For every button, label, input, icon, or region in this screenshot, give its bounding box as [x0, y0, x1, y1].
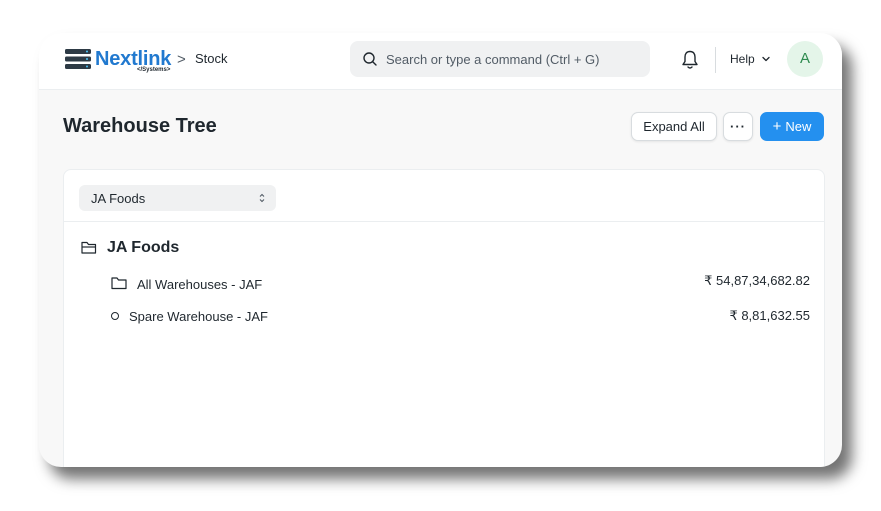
- tree-root-label[interactable]: JA Foods: [107, 239, 179, 257]
- app-window: Nextlink </Systems> > Stock Search or ty…: [39, 33, 842, 467]
- navbar: Nextlink </Systems> > Stock Search or ty…: [39, 33, 842, 90]
- company-filter-value: JA Foods: [91, 191, 146, 206]
- leaf-node-icon: [111, 312, 119, 320]
- card-divider: [64, 221, 824, 222]
- chevron-down-icon[interactable]: [761, 54, 771, 64]
- user-avatar[interactable]: A: [787, 41, 823, 77]
- search-bar[interactable]: Search or type a command (Ctrl + G): [350, 41, 650, 77]
- expand-all-button[interactable]: Expand All: [631, 112, 717, 141]
- breadcrumb-separator: >: [177, 51, 186, 68]
- tree-node-balance: ₹ 8,81,632.55: [729, 308, 810, 323]
- page-title: Warehouse Tree: [63, 115, 217, 137]
- select-caret-icon: [259, 193, 265, 203]
- folder-icon[interactable]: [111, 276, 127, 290]
- tree-card: JA Foods JA Foods All Warehouses - JAF ₹…: [63, 169, 825, 467]
- breadcrumb-stock[interactable]: Stock: [195, 51, 228, 66]
- new-button[interactable]: + New: [760, 112, 824, 141]
- tree-node-label[interactable]: Spare Warehouse - JAF: [129, 309, 268, 324]
- more-actions-button[interactable]: ···: [723, 112, 753, 141]
- bell-icon[interactable]: [680, 49, 700, 71]
- brand-logo[interactable]: Nextlink </Systems>: [64, 46, 182, 76]
- help-menu[interactable]: Help: [730, 52, 755, 66]
- search-icon: [363, 52, 377, 66]
- tree-node-label[interactable]: All Warehouses - JAF: [137, 277, 262, 292]
- plus-icon: +: [772, 118, 782, 135]
- server-stack-icon: [65, 49, 91, 69]
- tree-node-balance: ₹ 54,87,34,682.82: [704, 273, 810, 288]
- company-filter-select[interactable]: JA Foods: [79, 185, 276, 211]
- brand-subtitle: </Systems>: [137, 67, 171, 73]
- folder-open-icon[interactable]: [81, 240, 97, 255]
- search-input[interactable]: Search or type a command (Ctrl + G): [386, 52, 600, 67]
- navbar-divider: [715, 47, 716, 73]
- new-button-label: New: [785, 119, 812, 134]
